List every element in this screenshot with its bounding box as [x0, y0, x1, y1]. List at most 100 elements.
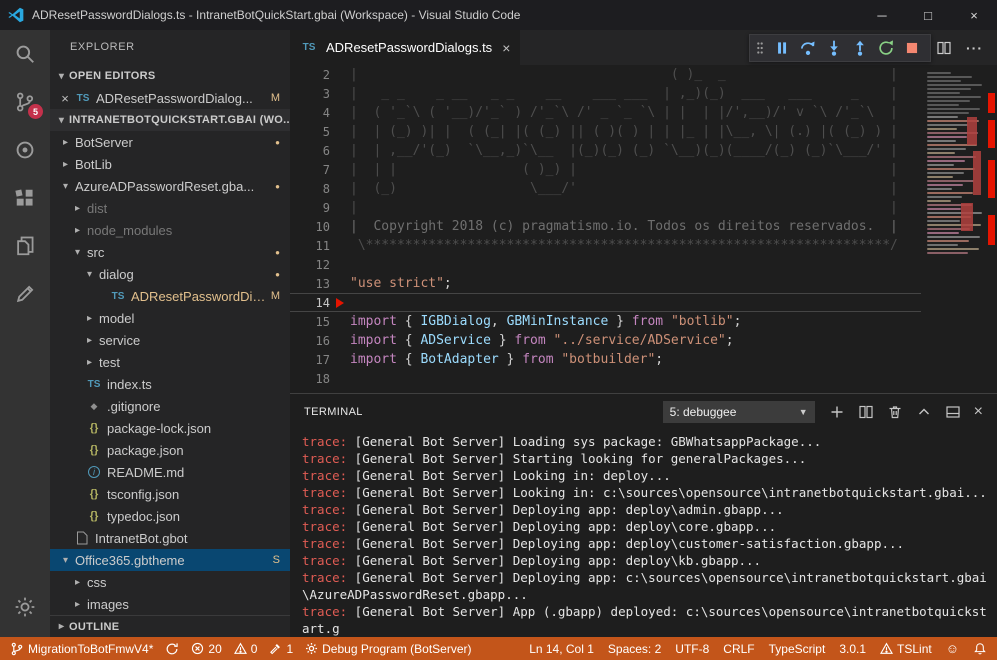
code-line-11[interactable]: 11 \************************************… — [290, 236, 921, 255]
status-notifications[interactable] — [973, 642, 987, 656]
status-tslint[interactable]: TSLint — [880, 642, 932, 656]
status-git-branch[interactable]: MigrationToBotFmwV4* — [10, 642, 153, 656]
close-editor-icon[interactable]: × — [58, 91, 72, 106]
tree-item-typedoc-json[interactable]: {}typedoc.json — [50, 505, 290, 527]
activity-files[interactable] — [0, 222, 50, 270]
drag-handle-icon[interactable] — [755, 39, 765, 57]
split-terminal-button[interactable] — [858, 404, 874, 420]
tree-item-readme-md[interactable]: iREADME.md — [50, 461, 290, 483]
step-over-button[interactable] — [795, 35, 821, 61]
tree-item-dialog[interactable]: ▾dialog● — [50, 263, 290, 285]
stop-button[interactable] — [899, 35, 925, 61]
code-line-14[interactable]: 14 — [290, 293, 921, 312]
tree-item-botlib[interactable]: ▸BotLib — [50, 153, 290, 175]
terminal-selector[interactable]: 5: debuggee ▼ — [663, 401, 815, 423]
restart-button[interactable] — [873, 35, 899, 61]
code-line-18[interactable]: 18 — [290, 369, 921, 388]
tree-item-adresetpassworddial[interactable]: TSADResetPasswordDial...M — [50, 285, 290, 307]
tree-item-css[interactable]: ▸css — [50, 571, 290, 593]
code-line-10[interactable]: 10| Copyright 2018 (c) pragmatismo.io. T… — [290, 217, 921, 236]
activity-search[interactable] — [0, 30, 50, 78]
panel-layout-button[interactable] — [945, 404, 961, 420]
activity-source-control[interactable]: 5 — [0, 78, 50, 126]
minimap-line — [927, 168, 975, 170]
open-editors-header[interactable]: ▾ OPEN EDITORS — [50, 65, 290, 87]
tree-item-src[interactable]: ▾src● — [50, 241, 290, 263]
more-actions-button[interactable]: ··· — [966, 40, 983, 56]
status-sync[interactable] — [165, 642, 179, 656]
status-problems-warnings[interactable]: 0 — [234, 642, 258, 656]
tree-item-images[interactable]: ▸images — [50, 593, 290, 615]
minimap-line — [927, 104, 959, 106]
maximize-panel-button[interactable] — [916, 404, 932, 420]
tree-item-node-modules[interactable]: ▸node_modules — [50, 219, 290, 241]
tab-close-icon[interactable]: × — [502, 40, 510, 56]
tree-item-intranetbot-gbot[interactable]: IntranetBot.gbot — [50, 527, 290, 549]
vscode-logo-icon — [0, 6, 32, 24]
git-status-badge: M — [271, 290, 280, 302]
status-cursor-position[interactable]: Ln 14, Col 1 — [529, 642, 594, 656]
tree-item-index-ts[interactable]: TSindex.ts — [50, 373, 290, 395]
close-button[interactable]: × — [951, 0, 997, 30]
open-editor-item[interactable]: ×TSADResetPasswordDialog...M — [50, 87, 290, 109]
status-tasks[interactable]: 1 — [269, 642, 293, 656]
status-ts-version[interactable]: 3.0.1 — [839, 642, 866, 656]
pause-button[interactable] — [769, 35, 795, 61]
title-bar: ADResetPasswordDialogs.ts - IntranetBotQ… — [0, 0, 997, 30]
tree-item-office365-gbtheme[interactable]: ▾Office365.gbthemeS — [50, 549, 290, 571]
tree-item-azureadpasswordreset-gba[interactable]: ▾AzureADPasswordReset.gba...● — [50, 175, 290, 197]
braces-icon: {} — [85, 510, 103, 522]
code-line-6[interactable]: 6| | ,__/'(_) `\__,_)`\__ |(_)(_) (_) `\… — [290, 141, 921, 160]
status-feedback[interactable]: ☺ — [946, 641, 959, 656]
code-line-17[interactable]: 17import { BotAdapter } from "botbuilder… — [290, 350, 921, 369]
terminal-tab[interactable]: TERMINAL — [304, 406, 363, 418]
code-line-9[interactable]: 9| | — [290, 198, 921, 217]
code-line-16[interactable]: 16import { ADService } from "../service/… — [290, 331, 921, 350]
tree-item-tsconfig-json[interactable]: {}tsconfig.json — [50, 483, 290, 505]
code-line-5[interactable]: 5| | (_) )| | ( (_| |( (_) || ( )( ) | |… — [290, 122, 921, 141]
minimap[interactable] — [921, 65, 985, 393]
tree-item-model[interactable]: ▸model — [50, 307, 290, 329]
workspace-header[interactable]: ▾ INTRANETBOTQUICKSTART.GBAI (WO... — [50, 109, 290, 131]
code-line-12[interactable]: 12 — [290, 255, 921, 274]
status-language-mode[interactable]: TypeScript — [769, 642, 826, 656]
code-line-8[interactable]: 8| (_) \___/' | — [290, 179, 921, 198]
kill-terminal-button[interactable] — [887, 404, 903, 420]
terminal-output[interactable]: trace: [General Bot Server] Loading sys … — [290, 429, 997, 637]
status-eol[interactable]: CRLF — [723, 642, 754, 656]
editor[interactable]: 2| ( )_ _ |3| _ _ _ __ _ _ __ ___ ___ | … — [290, 65, 997, 393]
code-line-13[interactable]: 13"use strict"; — [290, 274, 921, 293]
tree-item-package-lock-json[interactable]: {}package-lock.json — [50, 417, 290, 439]
new-terminal-button[interactable] — [829, 404, 845, 420]
close-icon: × — [974, 404, 983, 420]
tree-item-botserver[interactable]: ▸BotServer● — [50, 131, 290, 153]
code-line-4[interactable]: 4| ( '_`\ ( '__)/'_` ) /'_`\ /' _ `_ `\ … — [290, 103, 921, 122]
tree-item-package-json[interactable]: {}package.json — [50, 439, 290, 461]
tree-item-dist[interactable]: ▸dist — [50, 197, 290, 219]
activity-extensions[interactable] — [0, 174, 50, 222]
close-panel-button[interactable]: × — [974, 404, 983, 420]
activity-settings[interactable] — [0, 583, 50, 631]
tree-item-test[interactable]: ▸test — [50, 351, 290, 373]
activity-debug[interactable] — [0, 126, 50, 174]
outline-header[interactable]: ▸ OUTLINE — [50, 615, 290, 637]
tab-adresetpassworddialogs-ts[interactable]: TS ADResetPasswordDialogs.ts × — [290, 30, 520, 65]
status-problems-errors[interactable]: 20 — [191, 642, 221, 656]
tree-item-service[interactable]: ▸service — [50, 329, 290, 351]
maximize-button[interactable]: □ — [905, 0, 951, 30]
status-encoding[interactable]: UTF-8 — [675, 642, 709, 656]
step-out-button[interactable] — [847, 35, 873, 61]
code-line-15[interactable]: 15import { IGBDialog, GBMinInstance } fr… — [290, 312, 921, 331]
minimize-button[interactable]: ─ — [859, 0, 905, 30]
dropdown-caret-icon: ▼ — [799, 407, 808, 417]
split-editor-button[interactable] — [936, 40, 952, 56]
status-indentation[interactable]: Spaces: 2 — [608, 642, 661, 656]
step-into-button[interactable] — [821, 35, 847, 61]
status-debug-config[interactable]: Debug Program (BotServer) — [305, 642, 471, 656]
code-line-7[interactable]: 7| | | ( )_) | | — [290, 160, 921, 179]
code-line-3[interactable]: 3| _ _ _ __ _ _ __ ___ ___ | ,_)(_) ___ … — [290, 84, 921, 103]
activity-edit[interactable] — [0, 270, 50, 318]
code-line-2[interactable]: 2| ( )_ _ | — [290, 65, 921, 84]
tree-item-gitignore[interactable]: ◆.gitignore — [50, 395, 290, 417]
braces-icon: {} — [85, 422, 103, 434]
